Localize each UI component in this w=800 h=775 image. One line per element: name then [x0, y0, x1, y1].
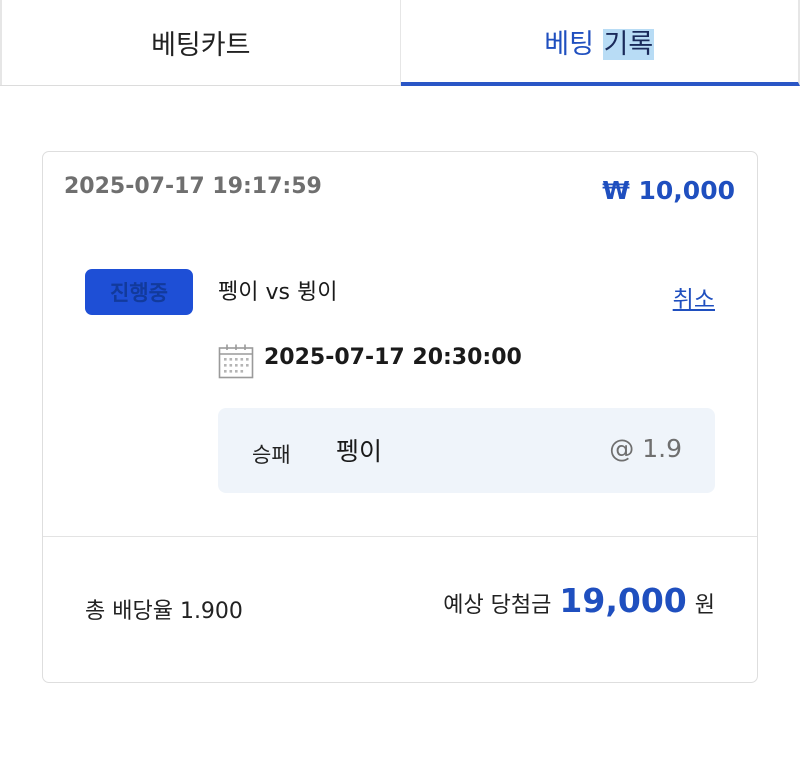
total-odds: 총 배당율 1.900 — [85, 599, 243, 624]
expected-winnings: 예상 당첨금 19,000 원 — [443, 581, 715, 620]
market-type: 승패 — [252, 443, 291, 467]
expected-winnings-value: 19,000 — [559, 581, 687, 620]
status-badge: 진행중 — [85, 269, 193, 315]
bet-tabs: 베팅카트 베팅 기록 — [0, 0, 800, 86]
tab-bet-cart-label: 베팅카트 — [151, 30, 251, 61]
selection-odds: @ 1.9 — [609, 434, 682, 463]
tab-bet-cart[interactable]: 베팅카트 — [0, 0, 401, 85]
bet-selection-box: 승패 펭이 @ 1.9 — [218, 408, 715, 493]
calendar-icon — [218, 344, 254, 379]
selection-name: 펭이 — [336, 437, 383, 466]
bet-record-details: 2025-07-17 19:17:59 ₩ 10,000 진행중 펭이 vs 뷩… — [43, 152, 757, 537]
bet-amount: ₩ 10,000 — [602, 176, 735, 205]
bet-record-card: 2025-07-17 19:17:59 ₩ 10,000 진행중 펭이 vs 뷩… — [42, 151, 758, 683]
cancel-bet-link[interactable]: 취소 — [673, 280, 715, 314]
bet-summary: 총 배당율 1.900 예상 당첨금 19,000 원 — [43, 537, 757, 683]
tab-bet-history[interactable]: 베팅 기록 — [400, 0, 800, 86]
expected-winnings-unit: 원 — [694, 593, 715, 618]
bet-placed-datetime: 2025-07-17 19:17:59 — [64, 174, 322, 199]
match-title: 펭이 vs 뷩이 — [218, 280, 338, 305]
tab-bet-history-label: 베팅 기록 — [544, 22, 655, 61]
tab-bet-history-label-part1: 베팅 — [544, 28, 603, 60]
expected-winnings-label: 예상 당첨금 — [443, 593, 552, 618]
match-datetime: 2025-07-17 20:30:00 — [264, 345, 522, 370]
tab-bet-history-label-highlight: 기록 — [602, 28, 655, 60]
